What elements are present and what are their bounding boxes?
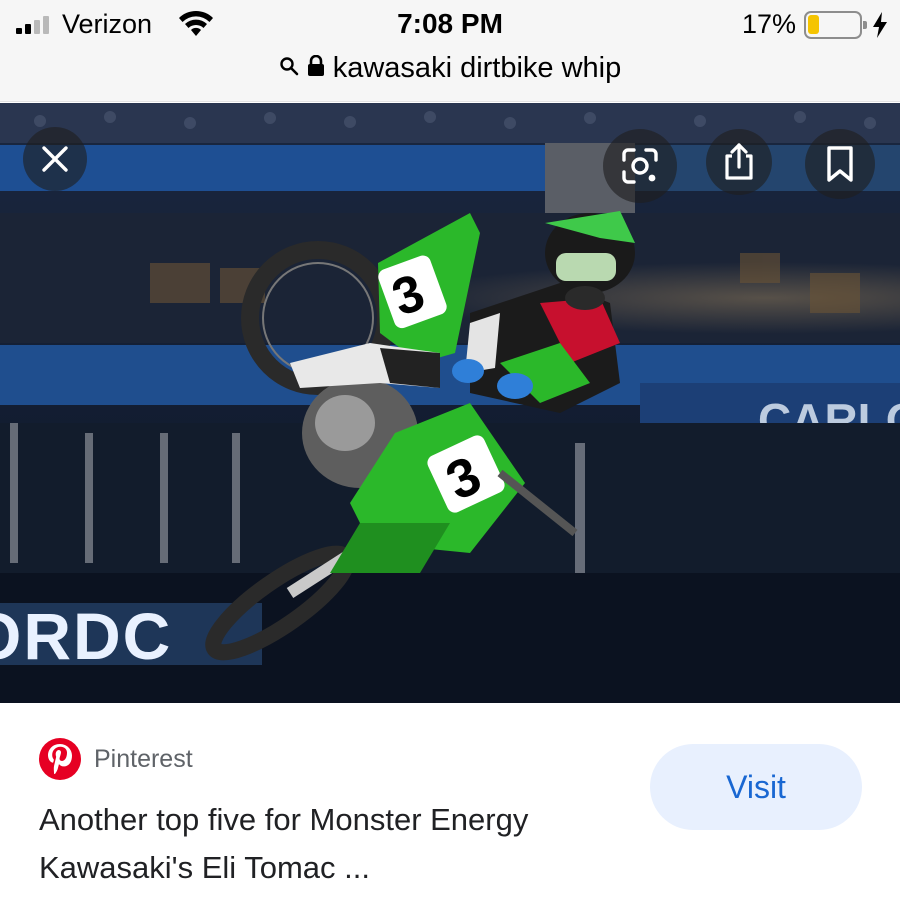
- visit-button[interactable]: Visit: [650, 744, 862, 830]
- result-title[interactable]: Another top five for Monster Energy Kawa…: [39, 796, 639, 892]
- search-icon: [279, 56, 299, 81]
- pinterest-logo-icon: [39, 738, 81, 780]
- result-source[interactable]: Pinterest: [39, 738, 193, 780]
- bookmark-icon: [827, 146, 853, 182]
- result-card: Pinterest Another top five for Monster E…: [0, 703, 900, 900]
- result-title-line-1: Another top five for Monster Energy: [39, 802, 529, 837]
- share-icon: [725, 143, 753, 180]
- image-viewer[interactable]: CARLO ORDC: [0, 103, 900, 703]
- address-bar[interactable]: kawasaki dirtbike whip: [0, 50, 900, 102]
- search-query: kawasaki dirtbike whip: [332, 52, 622, 84]
- share-button[interactable]: [706, 129, 772, 195]
- close-icon: [42, 146, 68, 172]
- lock-icon: [307, 54, 325, 82]
- close-button[interactable]: [23, 127, 87, 191]
- lens-search-button[interactable]: [603, 129, 677, 203]
- source-name: Pinterest: [94, 744, 193, 773]
- motocross-photo: CARLO ORDC: [0, 103, 900, 703]
- battery-icon: [804, 11, 867, 39]
- result-title-line-2: Kawasaki's Eli Tomac ...: [39, 850, 370, 885]
- status-bar: Verizon 7:08 PM 17%: [0, 0, 900, 50]
- board-text: ORDC: [0, 599, 172, 673]
- charging-bolt-icon: [872, 12, 888, 43]
- save-button[interactable]: [805, 129, 875, 199]
- battery-percent: 17%: [742, 9, 797, 39]
- lens-icon: [622, 148, 658, 184]
